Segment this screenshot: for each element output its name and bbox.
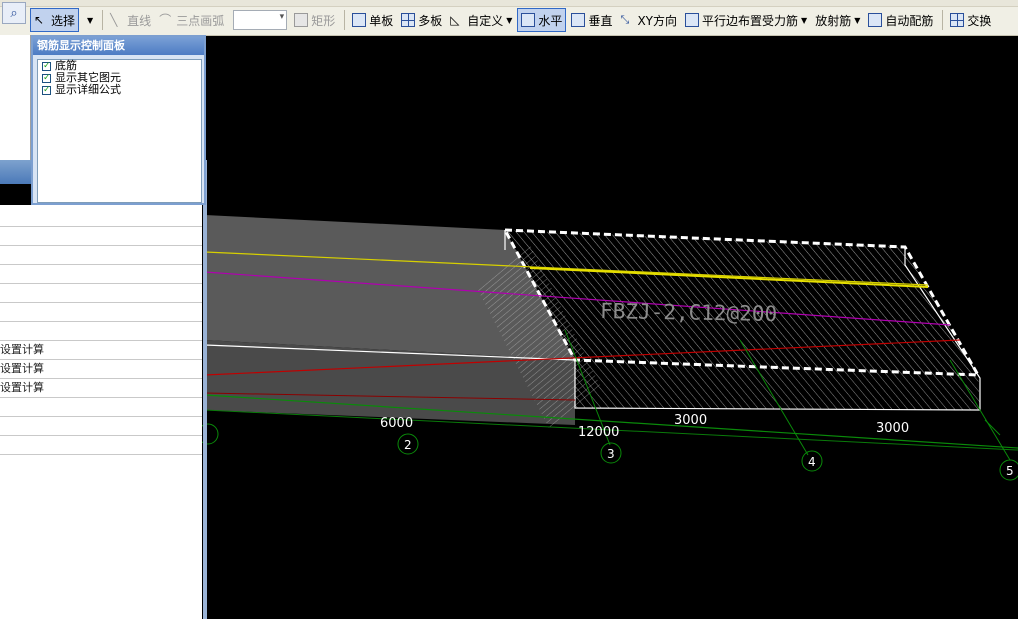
single-board-button[interactable]: 单板 — [349, 9, 396, 31]
axis-label-4: 4 — [808, 455, 816, 469]
rebar-display-control-panel: 钢筋显示控制面板 底筋 显示其它图元 显示详细公式 — [31, 35, 206, 205]
cursor-arrow-icon: ↖ — [34, 13, 45, 27]
left-tree-pane — [0, 35, 31, 160]
arc-button-label: 三点画弧 — [176, 13, 225, 28]
axis-bubble-4[interactable]: 4 — [801, 450, 823, 472]
auto-rebar-button[interactable]: 自动配筋 — [865, 9, 936, 31]
select-button[interactable]: ↖ 选择 — [30, 8, 80, 32]
dim-label-6000: 6000 — [380, 416, 413, 431]
control-panel-list: 底筋 显示其它图元 显示详细公式 — [37, 59, 202, 203]
dim-label-3000-b: 3000 — [876, 421, 909, 436]
draw-toolbar-row: ↖ 选择 ▼ ╲ 直线 ⌒ 三点画弧 矩形 单板 多板 ◺ 自定义 — [30, 8, 996, 32]
property-row[interactable] — [0, 417, 202, 436]
property-list: 设置计算 设置计算 设置计算 — [0, 208, 202, 455]
vertical-button[interactable]: 垂直 — [568, 9, 615, 31]
rect-button-label: 矩形 — [311, 13, 336, 28]
xy-direction-label: XY方向 — [637, 13, 678, 28]
axis-bubble-5[interactable]: 5 — [999, 459, 1018, 481]
xy-direction-icon: ⤡ — [620, 13, 630, 26]
checkbox-icon[interactable] — [42, 72, 51, 84]
rectangle-icon — [294, 13, 309, 27]
property-row[interactable]: 设置计算 — [0, 379, 202, 398]
property-row[interactable] — [0, 284, 202, 303]
axis-label-5: 5 — [1006, 464, 1014, 478]
toolbar-separator — [102, 10, 104, 30]
option-label: 显示详细公式 — [55, 83, 121, 96]
parallel-edge-button[interactable]: 平行边布置受力筋 ▼ — [682, 9, 810, 31]
auto-rebar-icon — [868, 13, 883, 27]
checkbox-icon[interactable] — [42, 84, 51, 96]
select-dropdown[interactable]: ▼ — [81, 9, 96, 31]
dim-tick-a — [984, 419, 1001, 436]
vertical-icon — [571, 13, 586, 27]
arc-button[interactable]: ⌒ 三点画弧 — [156, 9, 227, 31]
axis-bubble-3[interactable]: 3 — [600, 442, 622, 464]
axis-label-3: 3 — [607, 447, 615, 461]
parallel-edge-icon — [685, 13, 700, 27]
draw-mode-select[interactable] — [233, 10, 288, 30]
single-board-icon — [352, 13, 367, 27]
property-row[interactable] — [0, 398, 202, 417]
auto-rebar-label: 自动配筋 — [885, 13, 934, 28]
property-row[interactable] — [0, 227, 202, 246]
property-row[interactable] — [0, 436, 202, 455]
single-board-label: 单板 — [369, 13, 394, 28]
toolbar-top-strip — [0, 0, 1018, 7]
chevron-down-icon: ▼ — [87, 15, 94, 25]
property-row[interactable] — [0, 246, 202, 265]
radial-button[interactable]: 放射筋 ▼ — [812, 9, 863, 31]
property-row[interactable]: 设置计算 — [0, 341, 202, 360]
property-row[interactable] — [0, 208, 202, 227]
swap-button[interactable]: 交换 — [947, 9, 994, 31]
chevron-down-icon: ▼ — [506, 15, 513, 25]
dim-label-12000: 12000 — [578, 425, 619, 440]
checkbox-icon[interactable] — [42, 60, 51, 72]
rect-button[interactable]: 矩形 — [291, 9, 338, 31]
line-button-label: 直线 — [127, 13, 152, 28]
custom-shape-icon: ◺ — [450, 13, 460, 27]
dim-label-3000-a: 3000 — [674, 413, 707, 428]
line-button[interactable]: ╲ 直线 — [107, 9, 154, 31]
horizontal-button[interactable]: 水平 — [517, 8, 567, 32]
property-row[interactable] — [0, 265, 202, 284]
custom-label: 自定义 — [467, 13, 504, 28]
custom-button[interactable]: ◺ 自定义 ▼ — [447, 9, 515, 31]
horizontal-icon — [521, 13, 536, 27]
parallel-edge-label: 平行边布置受力筋 — [702, 13, 799, 28]
multi-board-label: 多板 — [418, 13, 443, 28]
property-row[interactable] — [0, 303, 202, 322]
main-toolbar: ⌕ ↖ 选择 ▼ ╲ 直线 ⌒ 三点画弧 矩形 单板 多板 ◺ — [0, 0, 1018, 36]
axis-bubble-2[interactable]: 2 — [397, 433, 419, 455]
swap-label: 交换 — [967, 13, 992, 28]
vertical-label: 垂直 — [588, 13, 613, 28]
toolbar-separator — [942, 10, 944, 30]
chevron-down-icon: ▼ — [854, 15, 861, 25]
radial-label: 放射筋 — [815, 13, 852, 28]
control-panel-title: 钢筋显示控制面板 — [33, 37, 204, 55]
property-row[interactable]: 设置计算 — [0, 360, 202, 379]
multi-board-button[interactable]: 多板 — [398, 9, 445, 31]
line-icon: ╲ — [110, 13, 118, 27]
property-row[interactable] — [0, 322, 202, 341]
slab-label: FBZJ-2,C12@200 — [600, 299, 777, 326]
arc-icon: ⌒ — [159, 13, 172, 27]
toolbar-separator — [344, 10, 346, 30]
panel-splitter[interactable] — [203, 160, 207, 619]
axis-label-2: 2 — [404, 438, 412, 452]
swap-icon — [950, 13, 965, 27]
select-button-label: 选择 — [51, 13, 76, 28]
option-show-detailed-formula[interactable]: 显示详细公式 — [42, 84, 201, 96]
horizontal-label: 水平 — [538, 13, 563, 28]
xy-direction-button[interactable]: ⤡ XY方向 — [617, 9, 680, 31]
multi-board-icon — [401, 13, 416, 27]
search-icon[interactable]: ⌕ — [2, 2, 26, 24]
chevron-down-icon: ▼ — [801, 15, 808, 25]
